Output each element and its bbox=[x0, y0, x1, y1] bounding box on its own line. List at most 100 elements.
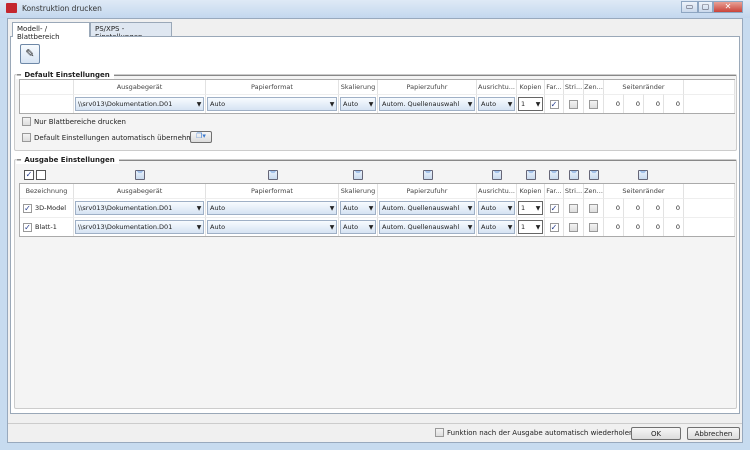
color-checkbox[interactable]: ✓ bbox=[549, 203, 559, 213]
apply-to-column-button[interactable]: ︾ bbox=[423, 170, 433, 180]
apply-to-column-button[interactable]: ︾ bbox=[569, 170, 579, 180]
chevron-down-icon: ▼ bbox=[368, 204, 374, 212]
col-skalierung: Skalierung bbox=[339, 184, 378, 198]
chevron-down-icon: ▼ bbox=[507, 223, 513, 231]
tab-modell-blattbereich[interactable]: Modell- / Blattbereich bbox=[12, 22, 90, 41]
device-dropdown[interactable]: \\srv013\Dokumentation.D01 ▼ bbox=[75, 201, 204, 215]
apply-to-column-button[interactable]: ︾ bbox=[353, 170, 363, 180]
double-chevron-down-icon: ︾ bbox=[354, 171, 361, 178]
scale-dropdown[interactable]: Auto ▼ bbox=[340, 97, 376, 111]
repeat-label: Funktion nach der Ausgabe automatisch wi… bbox=[447, 429, 634, 437]
color-checkbox[interactable]: ✓ bbox=[549, 99, 559, 109]
feed-dropdown[interactable]: Autom. Quellenauswahl ▼ bbox=[379, 201, 475, 215]
chevron-down-icon: ▼ bbox=[196, 100, 202, 108]
apply-to-column-button[interactable]: ︾ bbox=[549, 170, 559, 180]
minimize-button[interactable]: ▭ bbox=[681, 1, 698, 13]
apply-to-column-button[interactable]: ︾ bbox=[135, 170, 145, 180]
chevron-down-icon: ▼ bbox=[467, 100, 473, 108]
default-settings-grid: Ausgabegerät Papierformat Skalierung Pap… bbox=[19, 79, 735, 114]
orientation-dropdown[interactable]: Auto ▼ bbox=[478, 97, 515, 111]
stri-checkbox[interactable] bbox=[569, 99, 578, 109]
output-settings-title: − Ausgabe Einstellungen bbox=[16, 156, 119, 164]
close-button[interactable]: ✕ bbox=[713, 1, 743, 13]
col-farbe: Far... bbox=[545, 184, 564, 198]
margin-field[interactable]: 0 bbox=[604, 198, 624, 217]
row-include-checkbox[interactable]: ✓ bbox=[23, 222, 32, 232]
maximize-button[interactable]: ▢ bbox=[698, 1, 713, 13]
tab-ps-xps-einstellungen[interactable]: PS/XPS - Einstellungen bbox=[90, 22, 172, 41]
repeat-checkbox[interactable] bbox=[435, 428, 444, 437]
double-chevron-down-icon: ︾ bbox=[136, 171, 143, 178]
col-ausgabegeraet: Ausgabegerät bbox=[74, 184, 206, 198]
col-seitenraender: Seitenränder bbox=[604, 80, 684, 94]
double-chevron-down-icon: ︾ bbox=[550, 171, 557, 178]
margin-field[interactable]: 0 bbox=[664, 94, 684, 113]
margin-field[interactable]: 0 bbox=[664, 217, 684, 236]
paper-dropdown[interactable]: Auto ▼ bbox=[207, 97, 337, 111]
orientation-dropdown[interactable]: Auto ▼ bbox=[478, 220, 515, 234]
output-settings-grid: Bezeichnung Ausgabegerät Papierformat Sk… bbox=[19, 183, 735, 237]
select-none-button[interactable] bbox=[36, 170, 46, 180]
col-farbe: Far... bbox=[545, 80, 564, 94]
chevron-down-icon: ▼ bbox=[535, 100, 541, 108]
apply-defaults-button[interactable]: ❐▾ bbox=[190, 131, 212, 143]
col-strich: Stri... bbox=[564, 184, 584, 198]
double-chevron-down-icon: ︾ bbox=[639, 171, 646, 178]
margin-field[interactable]: 0 bbox=[624, 198, 644, 217]
copies-dropdown[interactable]: 1 ▼ bbox=[518, 97, 543, 111]
row-include-checkbox[interactable]: ✓ bbox=[23, 203, 32, 213]
color-checkbox[interactable]: ✓ bbox=[549, 222, 559, 232]
chevron-down-icon: ▼ bbox=[467, 223, 473, 231]
col-ausrichtung: Ausrichtu... bbox=[477, 184, 517, 198]
auto-apply-label: Default Einstellungen automatisch überne… bbox=[34, 134, 202, 142]
margin-field[interactable]: 0 bbox=[644, 217, 664, 236]
only-sheets-checkbox[interactable] bbox=[22, 117, 31, 126]
col-strich: Stri... bbox=[564, 80, 584, 94]
edit-pen-button[interactable]: ✎ bbox=[20, 44, 40, 64]
zen-checkbox[interactable] bbox=[589, 222, 598, 232]
paper-dropdown[interactable]: Auto ▼ bbox=[207, 220, 337, 234]
copies-dropdown[interactable]: 1 ▼ bbox=[518, 220, 543, 234]
double-chevron-down-icon: ︾ bbox=[590, 171, 597, 178]
apply-to-column-button[interactable]: ︾ bbox=[589, 170, 599, 180]
apply-to-column-button[interactable]: ︾ bbox=[526, 170, 536, 180]
copies-dropdown[interactable]: 1 ▼ bbox=[518, 201, 543, 215]
auto-apply-checkbox[interactable] bbox=[22, 133, 31, 142]
orientation-dropdown[interactable]: Auto ▼ bbox=[478, 201, 515, 215]
chevron-down-icon: ▼ bbox=[329, 100, 335, 108]
cancel-button[interactable]: Abbrechen bbox=[687, 427, 740, 440]
margin-field[interactable]: 0 bbox=[644, 94, 664, 113]
margin-field[interactable]: 0 bbox=[624, 94, 644, 113]
margin-field[interactable]: 0 bbox=[604, 94, 624, 113]
feed-dropdown[interactable]: Autom. Quellenauswahl ▼ bbox=[379, 220, 475, 234]
margin-field[interactable]: 0 bbox=[604, 217, 624, 236]
scale-dropdown[interactable]: Auto ▼ bbox=[340, 201, 376, 215]
ok-button[interactable]: OK bbox=[631, 427, 681, 440]
chevron-down-icon: ▼ bbox=[196, 204, 202, 212]
table-row-name: ✓ Blatt-1 bbox=[20, 217, 74, 236]
feed-dropdown[interactable]: Autom. Quellenauswahl ▼ bbox=[379, 97, 475, 111]
double-chevron-down-icon: ︾ bbox=[424, 171, 431, 178]
margin-field[interactable]: 0 bbox=[624, 217, 644, 236]
row-name: Blatt-1 bbox=[35, 223, 57, 231]
stri-checkbox[interactable] bbox=[569, 203, 578, 213]
window-title: Konstruktion drucken bbox=[22, 4, 102, 13]
apply-to-column-button[interactable]: ︾ bbox=[638, 170, 648, 180]
apply-to-column-button[interactable]: ︾ bbox=[492, 170, 502, 180]
stri-checkbox[interactable] bbox=[569, 222, 578, 232]
device-dropdown[interactable]: \\srv013\Dokumentation.D01 ▼ bbox=[75, 97, 204, 111]
default-settings-title: − Default Einstellungen bbox=[16, 71, 114, 79]
col-zentriert: Zen... bbox=[584, 80, 604, 94]
chevron-down-icon: ▼ bbox=[329, 204, 335, 212]
chevron-down-icon: ▼ bbox=[329, 223, 335, 231]
zen-checkbox[interactable] bbox=[589, 99, 598, 109]
apply-to-column-button[interactable]: ︾ bbox=[268, 170, 278, 180]
scale-dropdown[interactable]: Auto ▼ bbox=[340, 220, 376, 234]
zen-checkbox[interactable] bbox=[589, 203, 598, 213]
paper-dropdown[interactable]: Auto ▼ bbox=[207, 201, 337, 215]
margin-field[interactable]: 0 bbox=[644, 198, 664, 217]
device-dropdown[interactable]: \\srv013\Dokumentation.D01 ▼ bbox=[75, 220, 204, 234]
select-all-button[interactable]: ✓ bbox=[24, 170, 34, 180]
margin-field[interactable]: 0 bbox=[664, 198, 684, 217]
title-bar[interactable] bbox=[0, 0, 750, 18]
